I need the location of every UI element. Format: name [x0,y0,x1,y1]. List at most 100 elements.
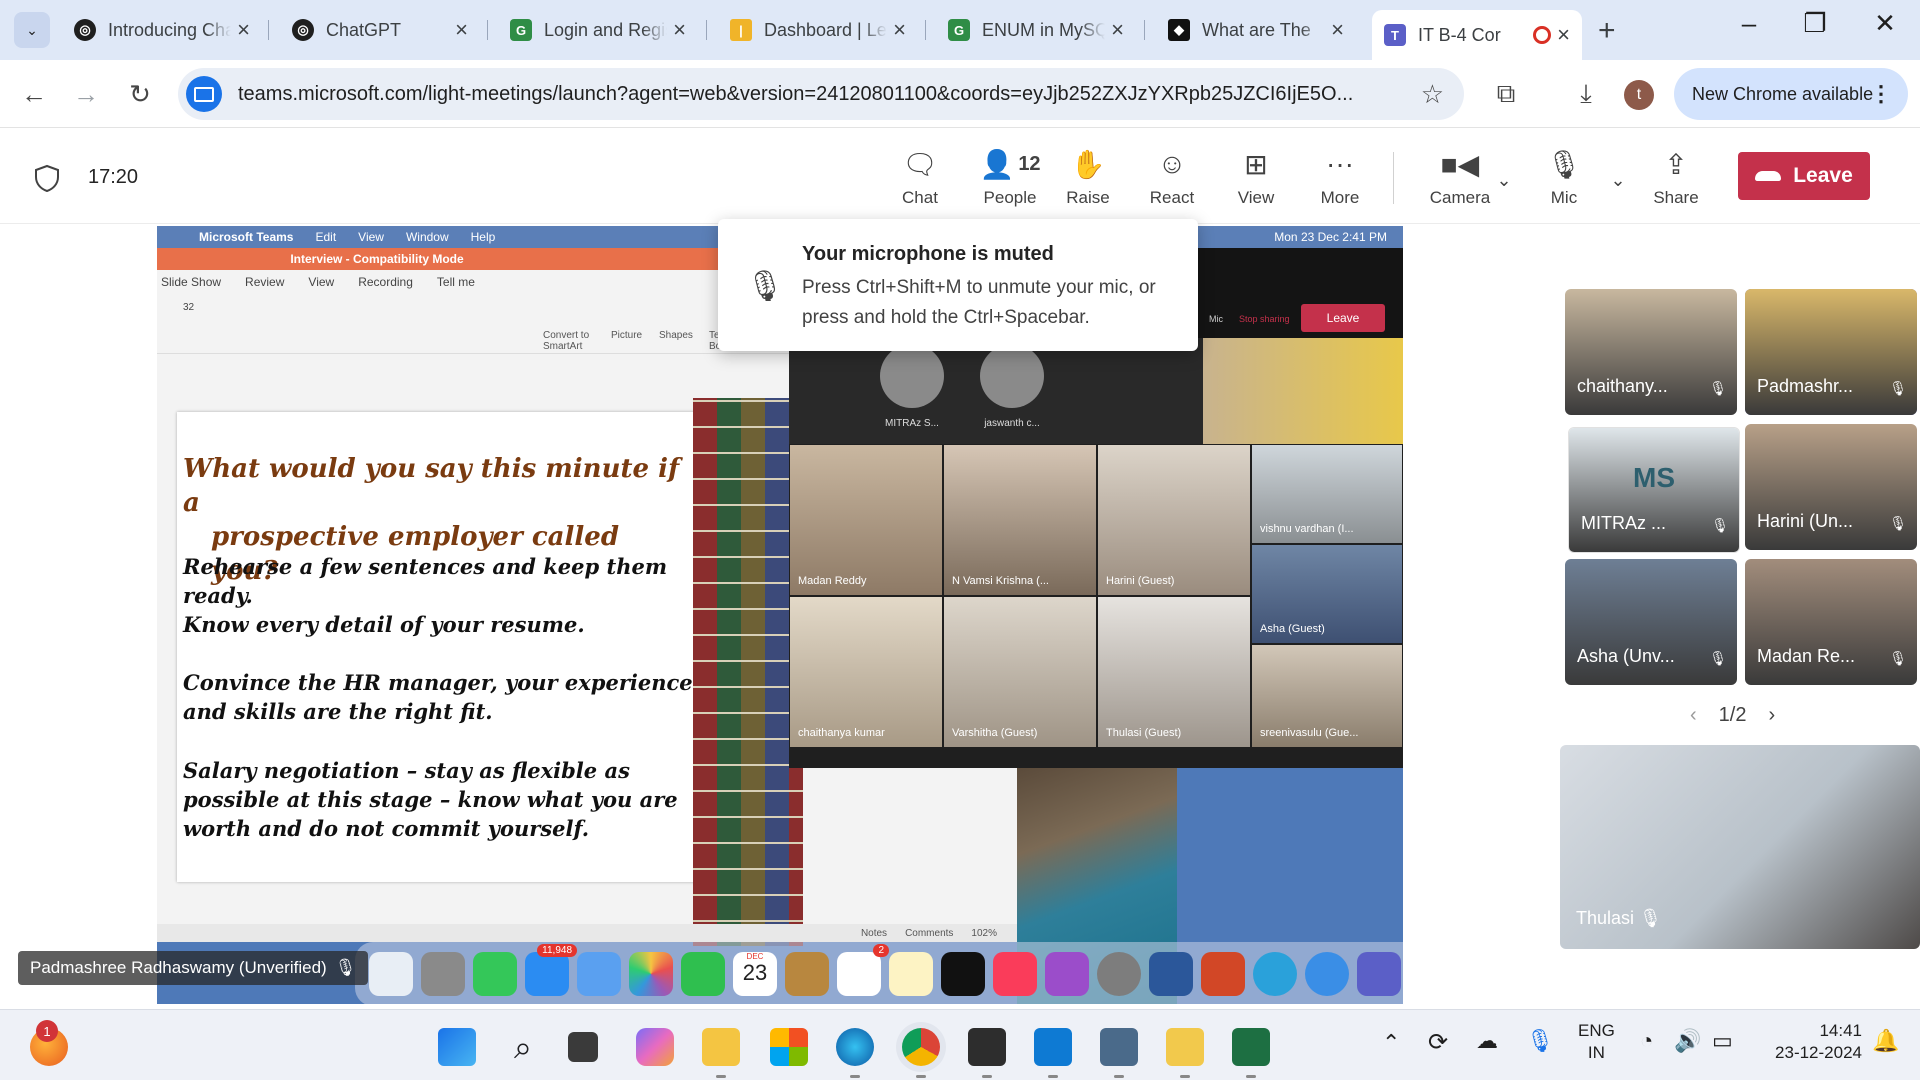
raise-hand-button[interactable]: ✋ Raise [1048,146,1128,208]
download-icon[interactable]: ⤓ [1566,74,1606,114]
slide-point: Salary negotiation – stay as flexible as… [183,758,678,841]
language-indicator[interactable]: ENG IN [1578,1020,1615,1064]
inner-video-tile: Asha (Guest) [1251,544,1403,644]
profile-avatar[interactable]: t [1624,80,1654,110]
browser-tab[interactable]: ◎ ChatGPT × [280,10,480,50]
browser-tab[interactable]: ◎ Introducing ChatGPT × [62,10,262,50]
reload-icon[interactable]: ↻ [120,74,160,114]
excel-icon[interactable] [1232,1028,1270,1078]
edge-icon[interactable] [836,1028,874,1078]
people-button[interactable]: 👤 12 People [964,146,1056,208]
ppt-status-bar: Notes Comments 102% [157,924,1017,942]
share-button[interactable]: ⇪ Share [1636,146,1716,208]
mic-muted-icon: 🎙 [1711,517,1729,533]
update-chrome-button[interactable]: New Chrome available ⋮ [1674,68,1908,120]
mic-options-chevron-icon[interactable]: ⌄ [1600,162,1636,198]
participant-tile-selected[interactable]: Padmashr... 🎙 [1745,289,1917,415]
volume-icon[interactable]: 🔊 [1674,1028,1701,1054]
battery-icon[interactable]: ▭ [1712,1028,1733,1054]
extensions-puzzle-icon[interactable]: ⧉ [1486,74,1526,114]
inner-video-tile [1203,338,1403,444]
minimize-icon[interactable]: – [1724,8,1774,39]
chevron-right-icon[interactable]: › [1768,704,1775,727]
tab-separator [706,20,707,40]
wifi-icon[interactable]: ◔ [1640,1028,1653,1054]
participant-tile[interactable]: Madan Re... 🎙 [1745,559,1917,685]
inner-leave-button: Leave [1301,304,1385,332]
powerpoint-icon [1201,952,1245,996]
sync-icon[interactable]: ⟳ [1428,1028,1448,1057]
terminal-icon[interactable] [968,1028,1006,1078]
participant-tile[interactable]: Asha (Unv... 🎙 [1565,559,1737,685]
clock[interactable]: 14:41 23-12-2024 [1766,1020,1862,1064]
shield-icon[interactable] [34,164,60,192]
font-size-box: 32 [183,302,195,313]
restore-icon[interactable]: ❐ [1790,8,1840,39]
notification-badge: 1 [36,1020,58,1042]
browser-tab[interactable]: ◆ What are The × [1156,10,1356,50]
copilot-icon[interactable] [636,1028,674,1066]
vscode-icon[interactable] [1034,1028,1072,1078]
participant-tile[interactable]: Harini (Un... 🎙 [1745,424,1917,550]
forward-arrow-icon[interactable]: → [66,74,106,114]
browser-tab[interactable]: G Login and Registration × [498,10,698,50]
mail-icon: 11,948 [525,944,577,996]
tab-search-chevron-icon[interactable]: ⌄ [14,12,50,48]
power-bi-icon[interactable] [1166,1028,1204,1078]
chevron-up-icon[interactable]: ⌃ [1382,1030,1400,1056]
view-button[interactable]: ⊞ View [1216,146,1296,208]
browser-tab[interactable]: G ENUM in MySQL × [936,10,1136,50]
microphone-icon[interactable]: 🎙 [1526,1028,1554,1054]
browser-tab-active[interactable]: T IT B-4 Cor × [1372,10,1582,60]
kebab-menu-icon[interactable]: ⋮ [1870,81,1892,107]
app-store-icon [577,952,621,996]
task-view-icon[interactable] [568,1032,598,1062]
inner-video-tile: vishnu vardhan (I... [1251,444,1403,544]
close-tab-icon[interactable]: × [1111,17,1124,43]
inner-video-tile: N Vamsi Krishna (... [943,444,1097,596]
network-tool-icon[interactable] [1100,1028,1138,1078]
participant-tile[interactable]: chaithany... 🎙 [1565,289,1737,415]
react-button[interactable]: ☺ React [1132,146,1212,208]
reminders-icon: 2 [837,944,889,996]
url-text[interactable]: teams.microsoft.com/light-meetings/launc… [238,83,1388,106]
more-button[interactable]: ··· More [1300,146,1380,208]
windows-start-icon[interactable] [438,1028,476,1066]
close-tab-icon[interactable]: × [673,17,686,43]
chevron-left-icon[interactable]: ‹ [1690,704,1697,727]
close-tab-icon[interactable]: × [1331,17,1344,43]
spotlight-video-tile[interactable]: Thulasi 🎙 [1560,745,1920,949]
site-info-camera-icon[interactable] [186,76,222,112]
camera-options-chevron-icon[interactable]: ⌄ [1486,162,1522,198]
close-tab-icon[interactable]: × [893,17,906,43]
meeting-stage: Microsoft Teams Edit View Window Help Mo… [0,219,1920,1009]
close-tab-icon[interactable]: × [455,17,468,43]
browser-tab[interactable]: | Dashboard | LeetCode × [718,10,918,50]
bell-icon[interactable]: 🔔 [1872,1028,1899,1054]
leave-button[interactable]: Leave [1738,152,1870,200]
close-window-icon[interactable]: ✕ [1860,8,1910,39]
toolbar-divider [1393,152,1394,204]
search-icon[interactable]: ⌕ [504,1028,542,1066]
close-tab-icon[interactable]: × [237,17,250,43]
notes-icon [889,952,933,996]
avatar-initials: MS [1633,462,1675,493]
chrome-icon[interactable] [902,1028,940,1078]
mic-button[interactable]: 🎙 Mic [1524,146,1604,208]
facetime-icon [681,952,725,996]
address-bar[interactable]: teams.microsoft.com/light-meetings/launc… [178,68,1464,120]
bookmark-star-icon[interactable]: ☆ [1421,79,1444,110]
chat-button[interactable]: 🗨 Chat [880,146,960,208]
cloud-offline-icon[interactable]: ☁ [1476,1028,1498,1054]
mic-muted-icon: 🎙 [1709,650,1727,666]
close-tab-icon[interactable]: × [1557,22,1570,48]
dashboard-icon: | [730,19,752,41]
file-explorer-icon[interactable] [702,1028,740,1078]
microsoft-store-icon[interactable] [770,1028,808,1066]
recording-icon [1533,26,1552,44]
update-label: New Chrome available [1692,83,1874,104]
presenter-name-label: Padmashree Radhaswamy (Unverified) 🎙 [18,951,369,985]
new-tab-plus-icon[interactable]: + [1598,14,1616,48]
back-arrow-icon[interactable]: ← [14,74,54,114]
participant-tile[interactable]: MS MITRAz ... 🎙 [1568,427,1740,553]
